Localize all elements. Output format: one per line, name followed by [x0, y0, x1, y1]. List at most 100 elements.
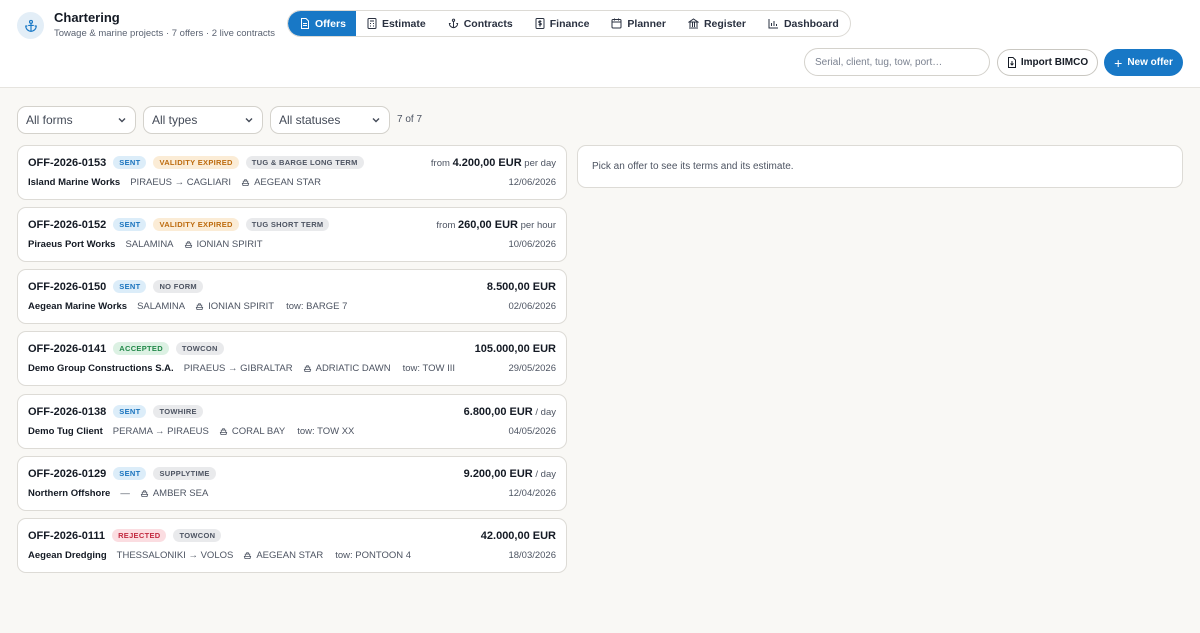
- offer-header-row: OFF-2026-0150 SENT NO FORM: [28, 280, 210, 293]
- tab-label: Estimate: [381, 17, 426, 30]
- offer-route: PERAMA → PIRAEUS: [112, 426, 209, 437]
- offer-client: Island Marine Works: [28, 177, 121, 188]
- app-header: Chartering Towage & marine projects · 7 …: [0, 0, 1200, 88]
- chevron-down-icon: [118, 118, 126, 123]
- tab-planner[interactable]: Planner: [600, 11, 677, 36]
- tab-label: Contracts: [463, 17, 513, 30]
- offer-meta-row: Aegean Dredging THESSALONIKI → VOLOS AEGEA…: [28, 550, 411, 561]
- offer-date: 18/03/2026: [508, 550, 556, 561]
- filter-statuses-select[interactable]: All statuses: [270, 106, 390, 134]
- offer-tow: tow: TOW III: [402, 363, 455, 374]
- app-title: Chartering: [54, 10, 120, 25]
- offer-header-row: OFF-2026-0153 SENT VALIDITY EXPIRED TUG & B…: [28, 156, 371, 169]
- tab-offers[interactable]: Offers: [288, 11, 356, 36]
- vessel-name: ADRIATIC DAWN: [315, 363, 391, 374]
- offer-serial: OFF-2026-0111: [28, 529, 106, 542]
- price-amount: 4.200,00 EUR: [452, 157, 522, 169]
- offer-price: from 260,00 EUR per hour: [436, 219, 556, 231]
- anchor-logo-icon: [17, 12, 44, 39]
- offer-price: 42.000,00 EUR: [481, 530, 556, 542]
- filter-types-select[interactable]: All types: [143, 106, 263, 134]
- offer-card[interactable]: OFF-2026-0153 SENT VALIDITY EXPIRED TUG & B…: [17, 145, 567, 200]
- offer-tow: tow: PONTOON 4: [335, 550, 412, 561]
- filter-value: All types: [152, 113, 198, 127]
- offer-price: from 4.200,00 EUR per day: [431, 157, 556, 169]
- offer-vessel: AMBER SEA: [140, 488, 208, 499]
- import-label: Import BIMCO: [1020, 57, 1089, 68]
- tab-label: Offers: [315, 17, 346, 30]
- document-icon: [301, 18, 309, 29]
- anchor-icon: [448, 18, 458, 29]
- offer-card[interactable]: OFF-2026-0152 SENT VALIDITY EXPIRED TUG SHO…: [17, 207, 567, 262]
- offer-route: SALAMINA: [125, 239, 174, 250]
- offer-route: PIRAEUS → CAGLIARI: [130, 177, 232, 188]
- offer-client: Aegean Marine Works: [28, 301, 128, 312]
- offer-serial: OFF-2026-0153: [28, 156, 107, 169]
- offer-card[interactable]: OFF-2026-0150 SENT NO FORM Aegean Marine Wo…: [17, 269, 567, 324]
- tab-contracts[interactable]: Contracts: [437, 11, 524, 36]
- file-import-icon: [1007, 57, 1016, 68]
- offer-route: SALAMINA: [137, 301, 186, 312]
- offer-serial: OFF-2026-0129: [28, 467, 107, 480]
- ship-icon: [184, 241, 192, 249]
- new-offer-button[interactable]: + New offer: [1104, 49, 1183, 76]
- offer-tow: tow: TOW XX: [297, 426, 355, 437]
- calendar-icon: [611, 18, 622, 29]
- price-amount: 9.200,00 EUR: [463, 468, 533, 480]
- tab-finance[interactable]: Finance: [524, 11, 601, 36]
- status-badge: ACCEPTED: [113, 342, 169, 355]
- validity-badge: VALIDITY EXPIRED: [153, 156, 239, 169]
- vessel-name: IONIAN SPIRIT: [208, 301, 275, 312]
- offer-detail-panel: Pick an offer to see its terms and its e…: [577, 145, 1183, 188]
- tab-estimate[interactable]: Estimate: [356, 11, 437, 36]
- offer-date: 12/06/2026: [508, 177, 556, 188]
- tab-label: Finance: [549, 17, 590, 30]
- app-subtitle: Towage & marine projects · 7 offers · 2 …: [54, 28, 276, 39]
- ship-icon: [219, 428, 228, 436]
- offer-card[interactable]: OFF-2026-0138 SENT TOWHIRE Demo Tug Client P…: [17, 394, 567, 449]
- price-unit: / day: [532, 469, 556, 480]
- vessel-name: CORAL BAY: [231, 426, 286, 437]
- offer-vessel: IONIAN SPIRIT: [184, 239, 263, 250]
- price-amount: 6.800,00 EUR: [463, 406, 533, 418]
- ship-icon: [195, 303, 204, 311]
- new-offer-label: New offer: [1127, 57, 1173, 68]
- price-amount: 105.000,00 EUR: [474, 343, 556, 355]
- filter-forms-select[interactable]: All forms: [17, 106, 136, 134]
- offer-vessel: AEGEAN STAR: [241, 177, 321, 188]
- status-badge: SENT: [113, 280, 147, 293]
- result-count: 7 of 7: [397, 114, 423, 125]
- ship-icon: [140, 490, 149, 498]
- offer-card[interactable]: OFF-2026-0111 REJECTED TOWCON Aegean Dredgi…: [17, 518, 567, 573]
- price-unit: per hour: [517, 220, 556, 231]
- status-badge: SENT: [113, 218, 147, 231]
- offer-header-row: OFF-2026-0138 SENT TOWHIRE: [28, 405, 210, 418]
- vessel-name: IONIAN SPIRIT: [196, 239, 263, 250]
- status-badge: REJECTED: [112, 529, 167, 542]
- price-amount: 8.500,00 EUR: [486, 281, 556, 293]
- offer-card[interactable]: OFF-2026-0141 ACCEPTED TOWCON Demo Group Co…: [17, 331, 567, 386]
- import-bimco-button[interactable]: Import BIMCO: [997, 49, 1098, 76]
- offer-serial: OFF-2026-0150: [28, 280, 107, 293]
- tab-label: Planner: [627, 17, 666, 30]
- search-input[interactable]: [804, 48, 990, 76]
- tab-register[interactable]: Register: [677, 11, 757, 36]
- offer-route: PIRAEUS → GIBRALTAR: [183, 363, 293, 374]
- offer-vessel: ADRIATIC DAWN: [303, 363, 391, 374]
- chevron-down-icon: [245, 118, 253, 123]
- offer-header-row: OFF-2026-0152 SENT VALIDITY EXPIRED TUG SHO…: [28, 218, 336, 231]
- offer-header-row: OFF-2026-0129 SENT SUPPLYTIME: [28, 467, 223, 480]
- offer-serial: OFF-2026-0141: [28, 342, 107, 355]
- price-prefix: from: [436, 220, 459, 231]
- status-badge: SENT: [113, 405, 147, 418]
- form-badge: TOWCON: [173, 529, 222, 542]
- offer-vessel: IONIAN SPIRIT: [195, 301, 274, 312]
- ship-icon: [241, 179, 250, 187]
- offer-client: Demo Tug Client: [28, 426, 103, 437]
- status-badge: SENT: [113, 467, 147, 480]
- tab-label: Register: [703, 17, 746, 30]
- bar-chart-icon: [768, 19, 778, 29]
- offer-card[interactable]: OFF-2026-0129 SENT SUPPLYTIME Northern Offs…: [17, 456, 567, 511]
- offer-client: Northern Offshore: [28, 488, 111, 499]
- tab-dashboard[interactable]: Dashboard: [757, 11, 850, 36]
